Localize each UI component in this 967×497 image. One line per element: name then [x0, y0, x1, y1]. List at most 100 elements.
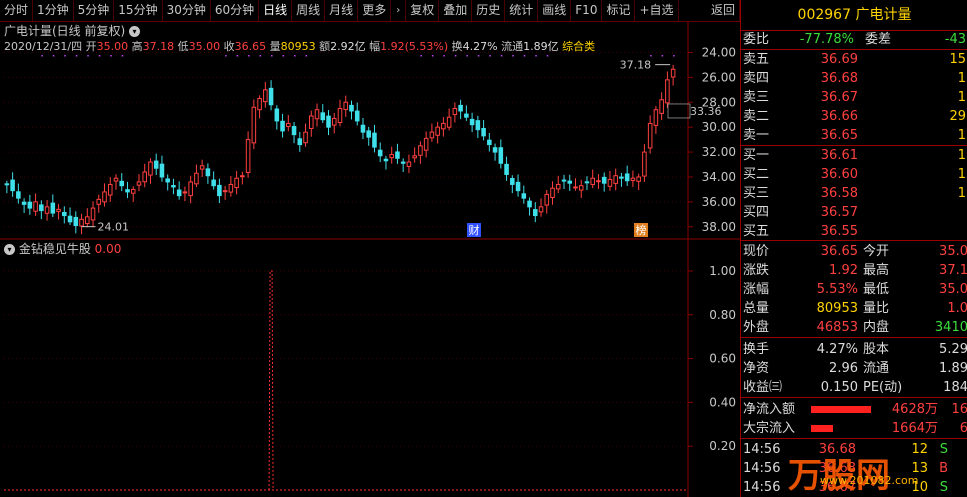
- toolbar-item[interactable]: +自选: [635, 0, 678, 21]
- stock-code: 002967: [798, 7, 851, 23]
- chevron-down-icon[interactable]: ▾: [129, 26, 140, 37]
- y-tick-label: 24.00: [702, 45, 736, 59]
- watermark-url: www.201082.com: [820, 474, 918, 487]
- toolbar-item[interactable]: 标记: [602, 0, 635, 21]
- toolbar-item[interactable]: 统计: [505, 0, 538, 21]
- ask-label: 卖二: [743, 107, 769, 126]
- toolbar-item[interactable]: 分时: [0, 0, 33, 21]
- candle-body: [252, 107, 256, 143]
- ask-volume: 1: [958, 88, 966, 107]
- ask-volume: 15: [949, 50, 966, 69]
- divider: [741, 438, 967, 439]
- quote-label: 量比: [863, 299, 889, 318]
- toolbar-item[interactable]: 15分钟: [114, 0, 162, 21]
- toolbar-item[interactable]: 画线: [538, 0, 571, 21]
- toolbar-item[interactable]: F10: [571, 0, 602, 21]
- quote-label: 今开: [863, 242, 889, 261]
- candle-body: [625, 174, 629, 181]
- signal-dot: [501, 55, 503, 57]
- candle-body: [579, 186, 583, 190]
- candle-body: [315, 110, 319, 119]
- toolbar-item[interactable]: 复权: [406, 0, 439, 21]
- toolbar-item[interactable]: 1分钟: [33, 0, 74, 21]
- candle-body: [442, 123, 446, 128]
- candle-body: [103, 192, 107, 202]
- sector-tag[interactable]: 综合类: [562, 40, 595, 53]
- high-label: 高: [132, 40, 143, 53]
- quote-value: 1.92: [829, 261, 858, 280]
- candle-body: [304, 132, 308, 143]
- y-tick-label: 30.00: [702, 120, 736, 134]
- candle-body: [131, 189, 135, 193]
- float-label: 流通: [501, 40, 523, 53]
- candle-body: [384, 159, 388, 161]
- fund-label: 流通: [863, 359, 889, 378]
- toolbar-item[interactable]: 日线: [259, 0, 292, 21]
- candle-body: [562, 180, 566, 181]
- candle-body: [505, 164, 509, 174]
- signal-dot: [535, 55, 537, 57]
- candle-body: [470, 119, 474, 124]
- toolbar-item[interactable]: 叠加: [439, 0, 472, 21]
- candle-body: [235, 178, 239, 187]
- ask-volume: 1: [958, 69, 966, 88]
- ask-label: 卖五: [743, 50, 769, 69]
- bid-row: 买四36.57: [741, 203, 967, 222]
- candle-body: [401, 162, 405, 163]
- toolbar-item[interactable]: 周线: [292, 0, 325, 21]
- divider: [741, 337, 967, 338]
- stock-header: 002967 广电计量: [741, 0, 967, 30]
- signal-dot: [76, 55, 78, 57]
- tick-time: 14:56: [743, 478, 780, 497]
- quote-label: 涨跌: [743, 261, 769, 280]
- candle-body: [40, 205, 44, 211]
- quote-value: 80953: [817, 299, 858, 318]
- candle-body: [264, 90, 268, 102]
- open-label: 开: [86, 40, 97, 53]
- candle-body: [332, 118, 336, 125]
- quote-row: 涨跌1.92最高37.1: [741, 261, 967, 280]
- low-label: 低: [178, 40, 189, 53]
- signal-dot: [420, 55, 422, 57]
- toolbar-item[interactable]: 更多: [358, 0, 391, 21]
- chart-area[interactable]: 38.0036.0034.0032.0030.0028.0026.0024.00…: [0, 22, 740, 497]
- toolbar-item[interactable]: 历史: [472, 0, 505, 21]
- chevron-right-icon[interactable]: ›: [391, 0, 406, 21]
- high-marker-label: 37.18: [620, 59, 652, 72]
- gear-icon[interactable]: ▾: [4, 244, 15, 255]
- candle-body: [5, 184, 9, 185]
- candle-body: [511, 179, 515, 185]
- indicator-name[interactable]: 金钻稳见牛股: [19, 242, 91, 256]
- tick-direction: S: [940, 478, 948, 497]
- bid-volume: 1: [958, 165, 966, 184]
- candle-body: [597, 181, 601, 182]
- candle-body: [643, 152, 647, 176]
- candle-body: [574, 187, 578, 188]
- fund-label: 股本: [863, 340, 889, 359]
- toolbar-item[interactable]: 月线: [325, 0, 358, 21]
- indicator-title: ▾ 金钻稳见牛股 0.00: [4, 240, 121, 257]
- quote-label: 最低: [863, 280, 889, 299]
- toolbar-item[interactable]: 5分钟: [74, 0, 115, 21]
- ask-row: 卖四36.681: [741, 69, 967, 88]
- ask-row: 卖一36.651: [741, 126, 967, 145]
- candle-body: [258, 99, 262, 110]
- signal-dot: [524, 55, 526, 57]
- candle-body: [373, 133, 377, 147]
- toolbar-item[interactable]: 返回: [707, 0, 740, 21]
- candle-body: [57, 209, 61, 211]
- bid-row: 买三36.581: [741, 184, 967, 203]
- bid-volume: 1: [958, 184, 966, 203]
- candle-body: [465, 114, 469, 117]
- weicha-label: 委差: [865, 30, 891, 49]
- indicator-spike: [269, 271, 273, 490]
- candle-body: [476, 121, 480, 130]
- quote-label: 内盘: [863, 318, 889, 337]
- amount-value: 2.92亿: [330, 40, 366, 53]
- candle-body: [482, 128, 486, 135]
- ask-price: 36.69: [821, 50, 858, 69]
- toolbar-item[interactable]: 30分钟: [163, 0, 211, 21]
- low-value: 35.00: [189, 40, 221, 53]
- quote-label: 外盘: [743, 318, 769, 337]
- toolbar-item[interactable]: 60分钟: [211, 0, 259, 21]
